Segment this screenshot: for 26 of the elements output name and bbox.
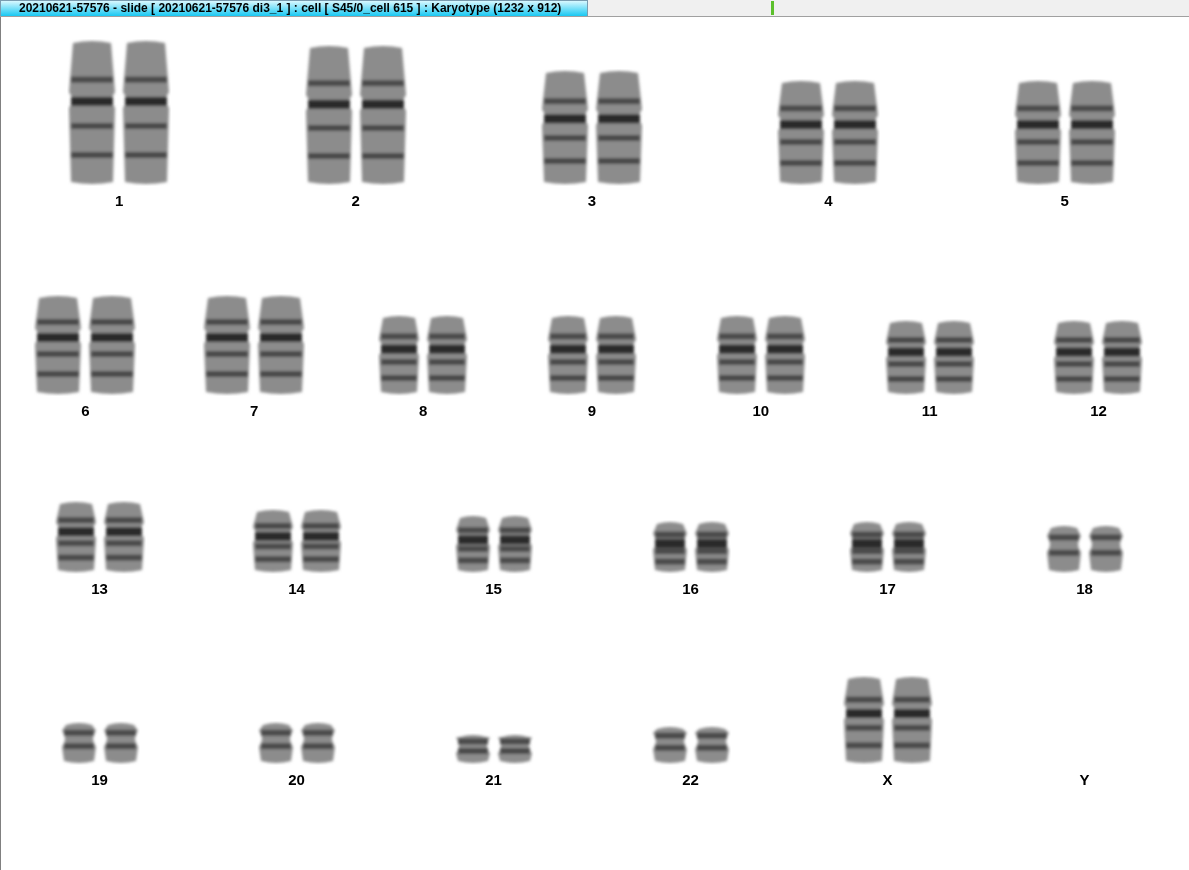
chromosome-label: 10 bbox=[752, 402, 770, 420]
position-marker bbox=[771, 1, 774, 15]
chromosome-label: 13 bbox=[91, 580, 108, 598]
chromosome-label: 16 bbox=[682, 580, 699, 598]
window-tab[interactable]: 20210621-57576 - slide [ 20210621-57576 di3_1 ] : cell [ S45/0_cell 615 ] : Karyotype (1232 x 912) bbox=[0, 0, 588, 16]
chromosome-label: 18 bbox=[1076, 580, 1093, 598]
chromosome-label: 20 bbox=[288, 771, 305, 789]
chromosome-label: 17 bbox=[879, 580, 896, 598]
chromosome-label: 15 bbox=[485, 580, 502, 598]
chromosome-label: 5 bbox=[1060, 192, 1069, 210]
chromosome-label: Y bbox=[1079, 771, 1090, 789]
chromosome-label: 11 bbox=[921, 402, 938, 420]
chromosome-label: 4 bbox=[824, 192, 833, 210]
chromosome-label: 21 bbox=[485, 771, 502, 789]
chromosome-label: 19 bbox=[91, 771, 108, 789]
chromosome-label: 9 bbox=[587, 402, 597, 420]
chromosome-label: 7 bbox=[250, 402, 259, 420]
chromosome-label: 22 bbox=[682, 771, 699, 789]
chromosome-label: 6 bbox=[81, 402, 90, 420]
chromosome-label: 12 bbox=[1090, 402, 1107, 420]
chromosome-label: 2 bbox=[351, 192, 360, 210]
chromosome-label: 14 bbox=[288, 580, 305, 598]
chromosome-label: 1 bbox=[115, 192, 124, 210]
chromosome-label: 3 bbox=[587, 192, 597, 210]
chromosome-label: 8 bbox=[418, 402, 428, 420]
chromosome-label: X bbox=[882, 771, 893, 789]
